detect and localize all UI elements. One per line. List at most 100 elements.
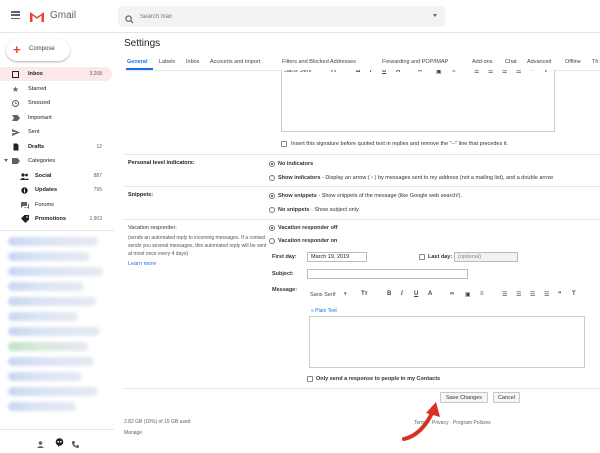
- indent-less-icon[interactable]: ☰: [502, 70, 507, 75]
- contacts-only-checkbox[interactable]: [307, 376, 313, 382]
- bold-icon[interactable]: B: [356, 70, 360, 74]
- font-select-arrow-icon[interactable]: ▾: [344, 291, 347, 297]
- clear-format-icon[interactable]: T: [572, 291, 576, 297]
- blurred-contact: [8, 282, 84, 291]
- sidebar-item-snoozed[interactable]: Snoozed: [0, 96, 112, 110]
- compose-button[interactable]: + Compose: [6, 39, 70, 61]
- font-select[interactable]: Sans Serif: [284, 70, 312, 74]
- snippets-label: Snippets:: [128, 192, 154, 198]
- text-color-icon[interactable]: A: [396, 70, 400, 74]
- tab-general[interactable]: General: [127, 59, 147, 65]
- no-snippets-desc: - Show subject only.: [309, 207, 360, 213]
- link-icon[interactable]: ∞: [418, 70, 422, 74]
- sidebar-item-sent[interactable]: Sent: [0, 125, 112, 139]
- numbered-list-icon[interactable]: ☰: [474, 70, 479, 75]
- gmail-logo-icon[interactable]: [30, 9, 44, 27]
- search-bar[interactable]: [118, 6, 445, 27]
- sidebar-item-starred[interactable]: ★ Starred: [0, 82, 112, 96]
- signature-editor[interactable]: [281, 70, 555, 132]
- main-menu-icon[interactable]: [11, 11, 20, 20]
- sidebar-item-forums[interactable]: Forums: [0, 198, 112, 212]
- tab-advanced[interactable]: Advanced: [527, 59, 551, 65]
- footer-links[interactable]: Terms · Privacy · Program Policies: [414, 420, 491, 426]
- message-editor[interactable]: [309, 316, 585, 368]
- signature-placement-checkbox[interactable]: [281, 141, 287, 147]
- sidebar-item-categories[interactable]: Categories: [0, 154, 112, 168]
- forum-icon: [20, 201, 29, 210]
- image-icon[interactable]: ▣: [465, 291, 471, 298]
- tab-labels[interactable]: Labels: [159, 59, 175, 65]
- search-icon[interactable]: [125, 11, 134, 29]
- blurred-contact: [8, 387, 98, 396]
- align-icon[interactable]: ≡: [452, 70, 456, 74]
- search-input[interactable]: [140, 10, 420, 23]
- underline-icon[interactable]: U: [382, 70, 386, 74]
- show-indicators-radio[interactable]: [269, 175, 275, 181]
- font-size-icon[interactable]: Tт: [330, 70, 337, 74]
- show-snippets-radio[interactable]: [269, 193, 275, 199]
- tab-forwarding[interactable]: Forwarding and POP/IMAP: [382, 59, 448, 65]
- sidebar-item-drafts[interactable]: Drafts 12: [0, 140, 112, 154]
- tab-offline[interactable]: Offline: [565, 59, 581, 65]
- sidebar-item-count: 12: [96, 144, 102, 150]
- sidebar-item-count: 887: [93, 173, 102, 179]
- bold-icon[interactable]: B: [387, 291, 391, 297]
- manage-link[interactable]: Manage: [124, 430, 142, 436]
- sidebar-item-label: Inbox: [28, 71, 43, 77]
- font-size-icon[interactable]: Tт: [361, 291, 368, 297]
- learn-more-link[interactable]: Learn more: [128, 261, 156, 267]
- person-icon[interactable]: [37, 435, 44, 453]
- italic-icon[interactable]: I: [401, 291, 403, 297]
- quote-icon[interactable]: ❞: [558, 291, 562, 298]
- sidebar-item-inbox[interactable]: Inbox 3,268: [0, 67, 112, 81]
- hangouts-icon[interactable]: [55, 434, 64, 452]
- no-snippets-radio[interactable]: [269, 207, 275, 213]
- send-icon: [11, 128, 20, 137]
- underline-icon[interactable]: U: [414, 291, 418, 297]
- italic-icon[interactable]: I: [370, 70, 372, 74]
- tab-themes[interactable]: Th: [592, 59, 598, 65]
- tab-addons[interactable]: Add-ons: [472, 59, 493, 65]
- sidebar-bottom-divider: [0, 429, 114, 430]
- vacation-on-radio[interactable]: [269, 238, 275, 244]
- search-options-icon[interactable]: [433, 14, 437, 17]
- bulleted-list-icon[interactable]: ☰: [516, 291, 521, 298]
- tab-filters[interactable]: Filters and Blocked Addresses: [282, 59, 356, 65]
- plain-text-link[interactable]: « Plain Text: [311, 308, 337, 314]
- sidebar: + Compose Inbox 3,268 ★ Starred Snoozed …: [0, 33, 114, 448]
- top-bar: Gmail: [0, 0, 600, 33]
- indent-more-icon[interactable]: ☰: [544, 291, 549, 298]
- sidebar-divider: [0, 230, 114, 231]
- font-select[interactable]: Sans Serif: [310, 292, 335, 298]
- tab-inbox[interactable]: Inbox: [186, 59, 199, 65]
- no-indicators-radio[interactable]: [269, 161, 275, 167]
- expand-arrow-icon[interactable]: [4, 159, 8, 162]
- phone-icon[interactable]: [72, 435, 79, 453]
- clear-format-icon[interactable]: T: [544, 70, 548, 74]
- quote-icon[interactable]: ❞: [530, 70, 534, 75]
- first-day-field[interactable]: March 19, 2019: [307, 252, 367, 262]
- link-icon[interactable]: ∞: [450, 291, 454, 297]
- indent-more-icon[interactable]: ☰: [516, 70, 521, 75]
- align-icon[interactable]: ≡: [480, 291, 484, 297]
- tab-accounts[interactable]: Accounts and Import: [210, 59, 260, 65]
- sidebar-item-label: Starred: [28, 86, 47, 92]
- sidebar-item-social[interactable]: Social 887: [0, 169, 112, 183]
- blurred-contact: [8, 402, 76, 411]
- compose-plus-icon: +: [13, 42, 21, 57]
- text-color-icon[interactable]: A: [428, 291, 432, 297]
- last-day-field[interactable]: (optional): [454, 252, 518, 262]
- image-icon[interactable]: ▣: [436, 70, 442, 75]
- row-divider: [124, 219, 600, 220]
- subject-field[interactable]: [307, 269, 468, 279]
- bulleted-list-icon[interactable]: ☰: [488, 70, 493, 75]
- sidebar-item-updates[interactable]: Updates 795: [0, 183, 112, 197]
- sidebar-item-promotions[interactable]: Promotions 1,903: [0, 212, 112, 226]
- numbered-list-icon[interactable]: ☰: [502, 291, 507, 298]
- last-day-checkbox[interactable]: [419, 254, 425, 260]
- cancel-button[interactable]: Cancel: [493, 392, 520, 403]
- tab-chat[interactable]: Chat: [505, 59, 517, 65]
- sidebar-item-important[interactable]: Important: [0, 111, 112, 125]
- vacation-off-radio[interactable]: [269, 225, 275, 231]
- indent-less-icon[interactable]: ☰: [530, 291, 535, 298]
